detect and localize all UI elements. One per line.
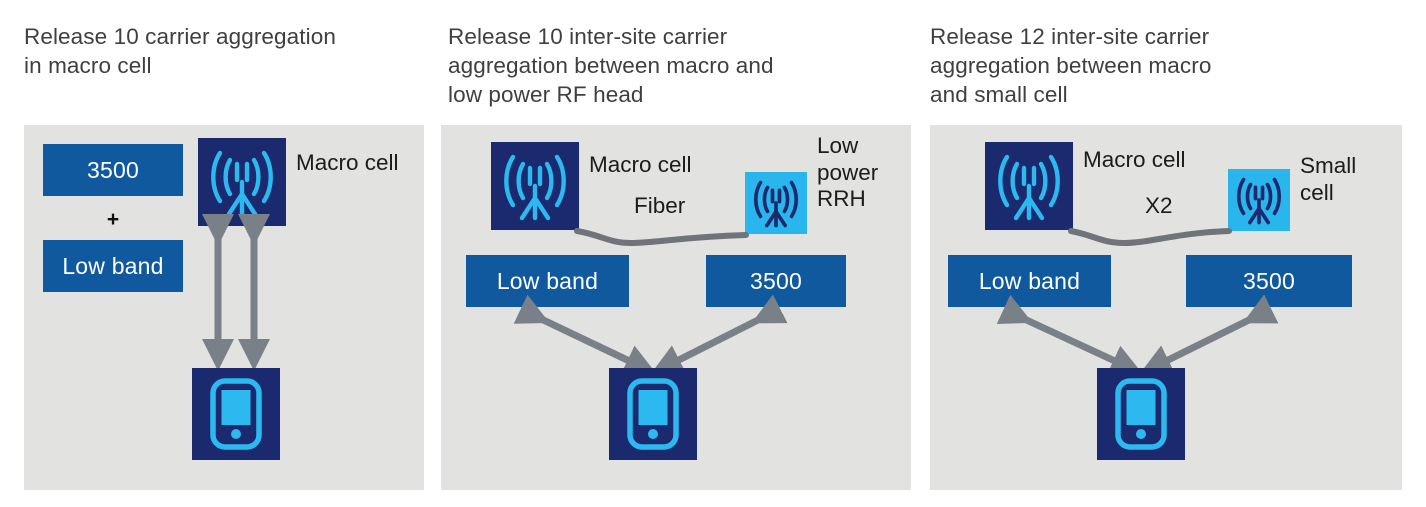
x2-link-line bbox=[1068, 228, 1232, 247]
panel-title-1: Release 10 carrier aggregation in macro … bbox=[24, 24, 336, 78]
plus-sign: + bbox=[106, 208, 120, 231]
phone-icon[interactable] bbox=[609, 368, 697, 460]
diagram-canvas: Release 10 carrier aggregation in macro … bbox=[0, 0, 1426, 507]
small-cell-label: Small cell bbox=[1300, 153, 1357, 205]
band-box-low-band[interactable]: Low band bbox=[43, 240, 183, 292]
panel-title-3: Release 12 inter-site carrier aggregatio… bbox=[930, 24, 1212, 107]
arrow-3500-ue bbox=[650, 294, 788, 375]
band-box-3500[interactable]: 3500 bbox=[1186, 255, 1352, 307]
x2-link-label: X2 bbox=[1145, 193, 1173, 218]
band-box-3500[interactable]: 3500 bbox=[43, 144, 183, 196]
macro-cell-label: Macro cell bbox=[296, 150, 399, 175]
panel-title-2: Release 10 inter-site carrier aggregatio… bbox=[448, 24, 774, 107]
panel-body-1: 3500 + Low band Macro cell bbox=[24, 125, 424, 490]
macro-cell-icon[interactable] bbox=[198, 138, 286, 226]
fiber-link-label: Fiber bbox=[634, 193, 686, 218]
small-cell-icon[interactable] bbox=[1228, 169, 1290, 231]
arrow-low-band-ue bbox=[996, 294, 1143, 375]
band-box-low-band[interactable]: Low band bbox=[466, 255, 629, 307]
macro-cell-icon[interactable] bbox=[491, 142, 579, 230]
phone-icon[interactable] bbox=[192, 368, 280, 460]
arrow-low-band-ue bbox=[513, 294, 657, 375]
small-cell-icon[interactable] bbox=[745, 172, 807, 234]
macro-cell-label: Macro cell bbox=[589, 152, 692, 177]
band-box-low-band[interactable]: Low band bbox=[948, 255, 1111, 307]
macro-cell-label: Macro cell bbox=[1083, 147, 1186, 172]
panel-body-2: Macro cell Low power RRH Fiber Low band … bbox=[441, 125, 911, 490]
phone-icon[interactable] bbox=[1097, 368, 1185, 460]
low-power-rrh-label: Low power RRH bbox=[817, 133, 879, 211]
fiber-link-line bbox=[574, 228, 749, 247]
arrow-3500-ue bbox=[1139, 294, 1279, 375]
panel-body-3: Macro cell Small cell X2 Low band 3500 bbox=[930, 125, 1402, 490]
band-box-3500[interactable]: 3500 bbox=[706, 255, 846, 307]
macro-cell-icon[interactable] bbox=[985, 142, 1073, 230]
